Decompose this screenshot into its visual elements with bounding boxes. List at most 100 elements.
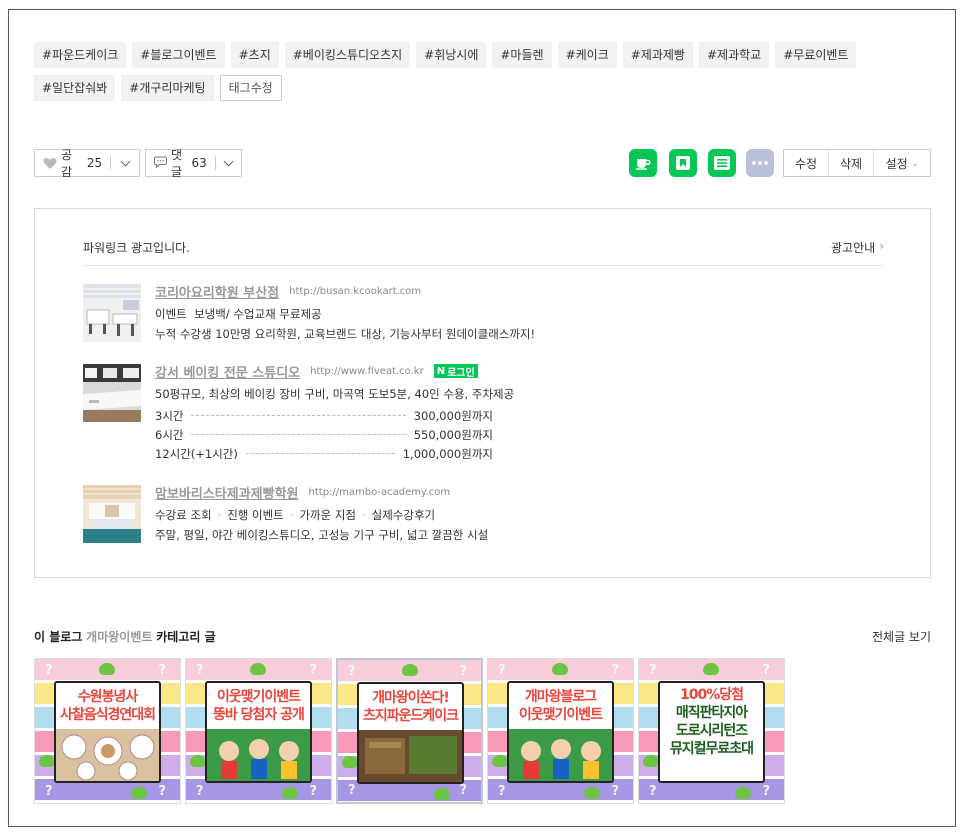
like-label: 공감 [61, 148, 73, 179]
post-title: 개마왕이쏜다! [372, 690, 450, 706]
post-poster: 개마왕이쏜다! 츠지파운드케이크 [357, 682, 464, 784]
frog-icon [492, 755, 508, 767]
ad-highlight: 이벤트 [155, 307, 187, 321]
coffee-cup-icon [636, 159, 651, 170]
category-post-thumbnail[interactable]: ???? 수원봉녕사 사찰음식경연대회 [34, 658, 181, 804]
tag-link[interactable]: #휘낭시에 [416, 42, 487, 68]
tag-link[interactable]: #제과제빵 [622, 42, 693, 68]
ad-title-link[interactable]: 맘보바리스타제과제빵학원 [155, 483, 299, 502]
tag-link[interactable]: #일단잡숴봐 [34, 75, 116, 101]
ad-sitelinks: 수강료 조회 · 진행 이벤트 · 가까운 지점 · 실제수강후기 [155, 508, 436, 522]
category-name-link[interactable]: 개마왕이벤트 [86, 630, 152, 644]
ad-description: 누적 수강생 10만명 요리학원, 교육브랜드 대상, 기능사부터 원데이클래스… [155, 327, 536, 341]
post-title: 뮤지컬무료초대 [669, 741, 754, 757]
frog-icon [402, 664, 418, 676]
ad-title-link[interactable]: 강서 베이킹 전문 스튜디오 [155, 362, 300, 381]
tag-link[interactable]: #파운드케이크 [34, 42, 127, 68]
ad-guide-link[interactable]: 광고안내 › [831, 239, 884, 265]
ad-thumbnail[interactable] [83, 485, 141, 543]
more-button[interactable] [746, 149, 774, 177]
ad-description: 보냉백/ 수업교재 무료제공 [194, 307, 322, 321]
ad-title-link[interactable]: 코리아요리학원 부산점 [155, 282, 279, 301]
category-prefix: 이 블로그 [34, 630, 83, 644]
frog-icon [584, 787, 600, 799]
category-post-thumbnail[interactable]: ???? 개마왕블로그 이웃맺기이벤트 [487, 658, 634, 804]
sitelink[interactable]: 가까운 지점 [299, 508, 356, 522]
price-row[interactable]: 6시간 550,000원까지 [155, 425, 493, 444]
question-mark-icon: ? [158, 784, 166, 799]
tag-link[interactable]: #베이킹스튜디오츠지 [284, 42, 411, 68]
delete-button[interactable]: 삭제 [828, 150, 873, 176]
price-value: 550,000원까지 [413, 427, 493, 442]
category-post-thumbnail[interactable]: ???? 개마왕이쏜다! 츠지파운드케이크 [336, 658, 483, 804]
question-mark-icon: ? [649, 784, 657, 799]
question-mark-icon: ? [158, 663, 166, 678]
ad-description: 50평규모, 최상의 베이킹 장비 구비, 마곡역 도보5분, 40인 수용, … [155, 387, 515, 401]
question-mark-icon: ? [611, 663, 619, 678]
tag-link[interactable]: #츠지 [230, 42, 279, 68]
settings-label: 설정 [885, 156, 908, 171]
naver-login-badge[interactable]: N 로그인 [433, 364, 478, 379]
sitelink[interactable]: 수강료 조회 [155, 508, 212, 522]
sitelink[interactable]: 진행 이벤트 [227, 508, 284, 522]
naver-n-icon: N [436, 365, 446, 377]
price-value: 300,000원까지 [413, 408, 493, 423]
sitelink[interactable]: 실제수강후기 [372, 508, 435, 522]
like-dropdown-toggle[interactable] [111, 150, 139, 176]
ad-url: http://mambo-academy.com [308, 486, 451, 498]
frog-icon [131, 787, 147, 799]
tag-edit-button[interactable]: 태그수정 [219, 75, 282, 101]
tag-link[interactable]: #개구리마케팅 [121, 75, 214, 101]
post-image [359, 730, 462, 782]
like-button[interactable]: 공감 25 [34, 148, 140, 179]
tag-link[interactable]: #블로그이벤트 [132, 42, 225, 68]
frog-icon [99, 663, 115, 675]
question-mark-icon: ? [196, 784, 204, 799]
category-post-thumbnail[interactable]: ???? 이웃맺기이벤트 뚱바 당첨자 공개 [185, 658, 332, 804]
list-icon [714, 156, 730, 170]
question-mark-icon: ? [348, 664, 356, 679]
post-title: 뚱바 당첨자 공개 [213, 707, 305, 723]
frog-icon [434, 788, 450, 800]
comment-dropdown-toggle[interactable] [216, 150, 241, 176]
category-post-thumbnail[interactable]: ???? 100%당첨 매직판타지아 도로시리턴즈 뮤지컬무료초대 [638, 658, 785, 804]
tag-link[interactable]: #마들렌 [492, 42, 552, 68]
price-row[interactable]: 3시간 300,000원까지 [155, 406, 493, 425]
price-row[interactable]: 12시간(+1시간) 1,000,000원까지 [155, 444, 493, 463]
ad-header: 파워링크 광고입니다. 광고안내 › [83, 239, 884, 266]
post-footer-frame: #파운드케이크 #블로그이벤트 #츠지 #베이킹스튜디오츠지 #휘낭시에 #마들렌 #케이크… [8, 9, 956, 827]
ad-description: 주말, 평일, 야간 베이킹스튜디오, 고성능 기구 구비, 넓고 깔끔한 시설 [155, 528, 489, 542]
bookmark-icon [676, 156, 690, 170]
ad-thumbnail[interactable] [83, 364, 141, 422]
edit-button[interactable]: 수정 [784, 150, 828, 176]
settings-button[interactable]: 설정 ⌄ [873, 150, 930, 176]
chevron-down-icon [223, 156, 234, 166]
category-suffix: 카테고리 글 [156, 630, 216, 644]
ad-url: http://busan.kcookart.com [289, 285, 422, 297]
share-keep-button[interactable] [669, 149, 697, 177]
post-image [56, 729, 159, 781]
share-memo-button[interactable] [708, 149, 736, 177]
frog-icon [342, 756, 358, 768]
price-value: 1,000,000원까지 [402, 446, 493, 461]
tag-link[interactable]: #무료이벤트 [775, 42, 857, 68]
view-all-link[interactable]: 전체글 보기 [872, 628, 931, 645]
post-poster: 개마왕블로그 이웃맺기이벤트 [507, 681, 614, 783]
ad-thumbnail[interactable] [83, 284, 141, 342]
tag-link[interactable]: #제과학교 [698, 42, 770, 68]
question-mark-icon: ? [348, 783, 356, 798]
ad-guide-label: 광고안내 [831, 241, 876, 255]
comment-button[interactable]: 댓글 63 [145, 148, 242, 179]
question-mark-icon: ? [309, 784, 317, 799]
post-title: 츠지파운드케이크 [362, 708, 459, 724]
price-label: 6시간 [155, 427, 184, 442]
ad-url: http://www.fiveat.co.kr [310, 365, 424, 377]
post-title: 개마왕블로그 [524, 689, 597, 705]
tag-link[interactable]: #케이크 [557, 42, 617, 68]
share-cafe-button[interactable] [629, 149, 657, 177]
caret-down-icon: ⌄ [911, 158, 919, 168]
price-label: 3시간 [155, 408, 184, 423]
like-count: 25 [86, 156, 103, 170]
frog-icon [643, 755, 659, 767]
chevron-right-icon: › [879, 239, 884, 253]
